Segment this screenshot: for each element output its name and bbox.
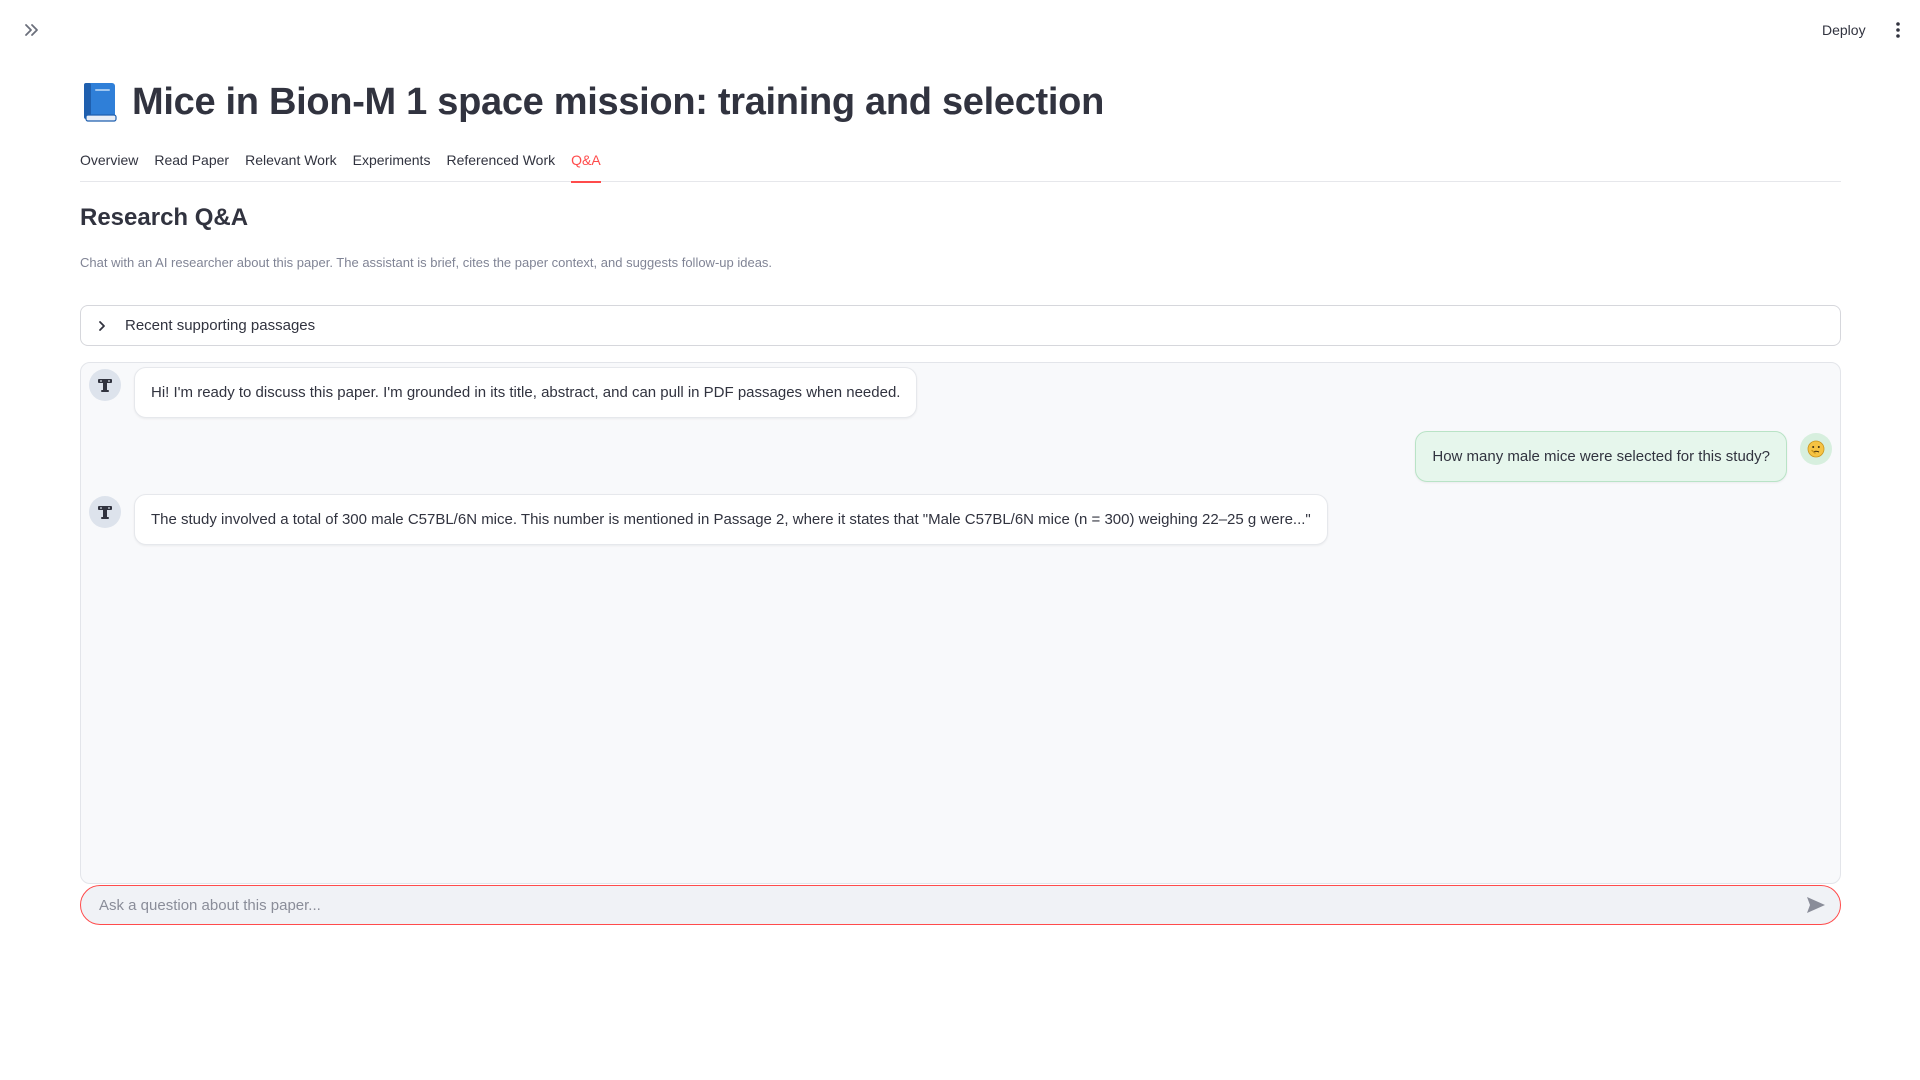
page-title-text: Mice in Bion-M 1 space mission: training… <box>132 80 1104 123</box>
blue-book-icon <box>80 80 120 124</box>
thinking-face-icon <box>1800 433 1832 465</box>
expander-label: Recent supporting passages <box>125 317 316 334</box>
chat-container[interactable]: Hi! I'm ready to discuss this paper. I'm… <box>80 362 1841 884</box>
assistant-message: The study involved a total of 300 male C… <box>134 494 1328 545</box>
tab-experiments[interactable]: Experiments <box>353 148 431 182</box>
question-input[interactable] <box>97 895 1804 915</box>
chat-input-box[interactable] <box>80 885 1841 925</box>
user-message: How many male mice were selected for thi… <box>1415 431 1787 482</box>
robot-icon <box>89 369 121 401</box>
assistant-message: Hi! I'm ready to discuss this paper. I'm… <box>134 367 918 418</box>
robot-icon <box>89 496 121 528</box>
more-vertical-icon[interactable] <box>1888 18 1908 42</box>
tab-qa[interactable]: Q&A <box>571 148 601 183</box>
send-icon[interactable] <box>1804 893 1828 917</box>
tab-overview[interactable]: Overview <box>80 148 138 182</box>
section-caption: Chat with an AI researcher about this pa… <box>80 255 773 270</box>
top-bar: Deploy <box>0 0 1920 60</box>
expand-sidebar-icon[interactable] <box>20 18 44 42</box>
tab-read-paper[interactable]: Read Paper <box>154 148 229 182</box>
tab-relevant-work[interactable]: Relevant Work <box>245 148 337 182</box>
tab-bar: Overview Read Paper Relevant Work Experi… <box>80 148 1841 183</box>
page-title: Mice in Bion-M 1 space mission: training… <box>80 74 1104 130</box>
deploy-button[interactable]: Deploy <box>1822 18 1866 42</box>
tab-referenced-work[interactable]: Referenced Work <box>446 148 555 182</box>
chevron-right-icon <box>95 318 111 334</box>
supporting-passages-expander[interactable]: Recent supporting passages <box>80 305 1841 346</box>
section-heading: Research Q&A <box>80 204 249 231</box>
